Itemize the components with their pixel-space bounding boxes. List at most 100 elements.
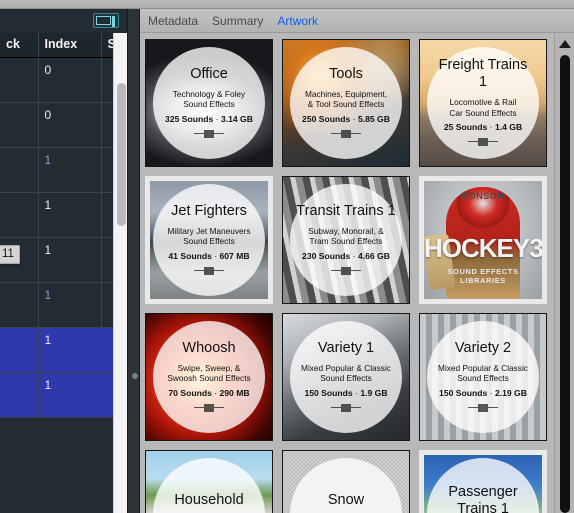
artwork-subtitle-line: & Tool Sound Effects <box>307 99 385 109</box>
artwork-tile[interactable]: Whoosh Swipe, Sweep, & Swoosh Sound Effect… <box>145 313 273 441</box>
panel-splitter[interactable] <box>127 9 140 513</box>
cell-track <box>0 57 39 103</box>
artwork-image: Office Technology & Foley Sound Effects 325… <box>146 40 272 166</box>
left-panel-toolbar <box>0 9 127 33</box>
app-window: ck Index S 00111111 11 Metadata Summary Ar… <box>0 0 574 513</box>
artwork-title: Jet Fighters <box>171 202 247 219</box>
artwork-subtitle: Swipe, Sweep, & Swoosh Sound Effects <box>167 363 250 384</box>
row-tooltip: 11 <box>0 245 20 264</box>
artwork-subtitle-line: Car Sound Effects <box>449 107 517 118</box>
artwork-sound-count: 25 Sounds <box>443 122 488 132</box>
artwork-image: Freight Trains 1 Locomotive & Rail Car Sou… <box>420 40 546 166</box>
artwork-disc-overlay: Office Technology & Foley Sound Effects 325… <box>153 47 265 159</box>
left-table-panel: ck Index S 00111111 11 <box>0 9 127 513</box>
artwork-image: Variety 1 Mixed Popular & Classic Sound Ef… <box>283 314 409 440</box>
artwork-sound-count: 150 Sounds <box>439 387 488 398</box>
cell-track <box>0 147 39 193</box>
artwork-tile[interactable]: Passenger Trains 1Interior & Exterior Tr… <box>419 450 547 513</box>
artwork-tile[interactable]: Office Technology & Foley Sound Effects 325… <box>145 39 273 167</box>
cell-index: 1 <box>38 372 102 418</box>
artwork-meta: 325 Sounds · 3.14 GB <box>165 113 253 124</box>
cell-track <box>0 327 39 373</box>
artwork-sound-count: 150 Sounds <box>304 387 353 398</box>
artwork-title: Transit Trains 1 <box>296 202 396 219</box>
artwork-image: SnowSnow Slides, Scrapes,& Hitting Sound… <box>283 451 409 513</box>
artwork-title: Tools <box>329 65 363 82</box>
left-scrollbar-thumb[interactable] <box>117 83 126 226</box>
publisher-logo-icon <box>468 138 498 149</box>
table-row[interactable]: 1 <box>0 147 127 193</box>
left-panel-scrollbar[interactable] <box>113 33 127 513</box>
artwork-subtitle: Mixed Popular & Classic Sound Effects <box>438 363 528 384</box>
artwork-size: 1.9 GB <box>360 387 388 398</box>
artwork-meta: 41 Sounds · 607 MB <box>168 250 250 261</box>
artwork-subtitle-line: Sound Effects <box>457 373 509 383</box>
cell-track <box>0 282 39 328</box>
artwork-sound-count: 230 Sounds <box>302 250 351 261</box>
publisher-logo-icon <box>468 403 498 415</box>
artwork-tile[interactable]: Variety 2 Mixed Popular & Classic Sound Ef… <box>419 313 547 441</box>
artwork-image: Variety 2 Mixed Popular & Classic Sound Ef… <box>420 314 546 440</box>
artwork-image: Whoosh Swipe, Sweep, & Swoosh Sound Effect… <box>146 314 272 440</box>
artwork-tile[interactable]: Freight Trains 1 Locomotive & Rail Car Sou… <box>419 39 547 167</box>
artwork-size: 2.19 GB <box>494 387 527 398</box>
artwork-sound-count: 250 Sounds <box>302 113 351 124</box>
file-table: ck Index S 00111111 <box>0 33 127 418</box>
table-row[interactable]: 0 <box>0 102 127 148</box>
artwork-image: HouseholdAppliances, Tones, &Foley Sound… <box>146 451 272 513</box>
artwork-tile[interactable]: Tools Machines, Equipment, & Tool Sound Ef… <box>282 39 410 167</box>
artwork-tile[interactable]: HouseholdAppliances, Tones, &Foley Sound… <box>145 450 273 513</box>
artwork-title: Variety 2 <box>454 339 512 356</box>
column-header-index[interactable]: Index <box>38 33 102 58</box>
artwork-image: Passenger Trains 1Interior & Exterior Tr… <box>424 455 542 513</box>
publisher-logo-icon <box>331 403 361 415</box>
artwork-subtitle-line: Sound Effects <box>320 373 372 383</box>
cell-track <box>0 192 39 238</box>
table-row[interactable]: 1 <box>0 327 127 373</box>
cell-index: 0 <box>38 57 102 103</box>
artwork-subtitle: Subway, Monorail, & Tram Sound Effects <box>308 226 383 247</box>
artwork-tile[interactable]: Jet Fighters Military Jet Maneuvers Sound … <box>145 176 273 304</box>
artwork-title: HOCKEY360 <box>424 233 542 263</box>
table-row[interactable]: 1 <box>0 192 127 238</box>
table-row[interactable]: 1 <box>0 282 127 328</box>
artwork-scrollbar[interactable] <box>554 34 574 513</box>
artwork-disc-overlay: Variety 2 Mixed Popular & Classic Sound Ef… <box>427 321 539 433</box>
artwork-disc-overlay: Whoosh Swipe, Sweep, & Swoosh Sound Effect… <box>153 321 265 433</box>
tab-artwork[interactable]: Artwork <box>277 9 318 33</box>
artwork-title: Variety 1 <box>317 339 375 356</box>
publisher-logo-icon <box>194 403 224 415</box>
brand-label: BONSON <box>461 191 505 201</box>
panel-toggle-icon[interactable] <box>93 13 119 28</box>
tab-metadata[interactable]: Metadata <box>148 9 198 33</box>
publisher-logo-icon <box>194 129 224 141</box>
cell-index: 1 <box>38 237 102 283</box>
column-header-track[interactable]: ck <box>0 33 39 58</box>
inspector-tabbar: Metadata Summary Artwork <box>140 9 574 33</box>
artwork-tile[interactable]: BONSON HOCKEY360 SOUND EFFECTS LIBRARIES <box>419 176 547 304</box>
artwork-sound-count: 70 Sounds <box>168 387 212 398</box>
table-row[interactable]: 0 <box>0 57 127 103</box>
artwork-subtitle-line: Subway, Monorail, & <box>308 225 384 236</box>
artwork-title: Whoosh <box>182 339 236 356</box>
table-row[interactable]: 1 <box>0 372 127 418</box>
publisher-logo-icon <box>194 266 224 278</box>
artwork-tile[interactable]: Variety 1 Mixed Popular & Classic Sound Ef… <box>282 313 410 441</box>
artwork-size: 1.4 GB <box>494 122 523 132</box>
artwork-title: Snow <box>327 492 365 508</box>
artwork-scrollbar-thumb[interactable] <box>560 55 570 513</box>
artwork-subtitle-line: Mixed Popular & Classic <box>301 362 391 373</box>
artwork-subtitle-line: Mixed Popular & Classic <box>438 362 528 373</box>
artwork-disc-overlay: Tools Machines, Equipment, & Tool Sound Ef… <box>290 47 402 159</box>
artwork-title: Office <box>190 65 228 82</box>
splitter-grab-handle[interactable] <box>132 373 138 379</box>
artwork-tile[interactable]: Transit Trains 1 Subway, Monorail, & Tram … <box>282 176 410 304</box>
scroll-up-arrow-icon[interactable] <box>559 40 571 48</box>
artwork-subtitle-line: Swipe, Sweep, & <box>177 362 241 373</box>
publisher-logo-icon <box>331 266 361 278</box>
artwork-tile[interactable]: SnowSnow Slides, Scrapes,& Hitting Sound… <box>282 450 410 513</box>
cell-track <box>0 102 39 148</box>
artwork-scroll-area: Office Technology & Foley Sound Effects 325… <box>140 34 554 513</box>
tab-summary[interactable]: Summary <box>212 9 263 33</box>
artwork-subtitle: Locomotive & Rail Car Sound Effects <box>449 97 516 118</box>
